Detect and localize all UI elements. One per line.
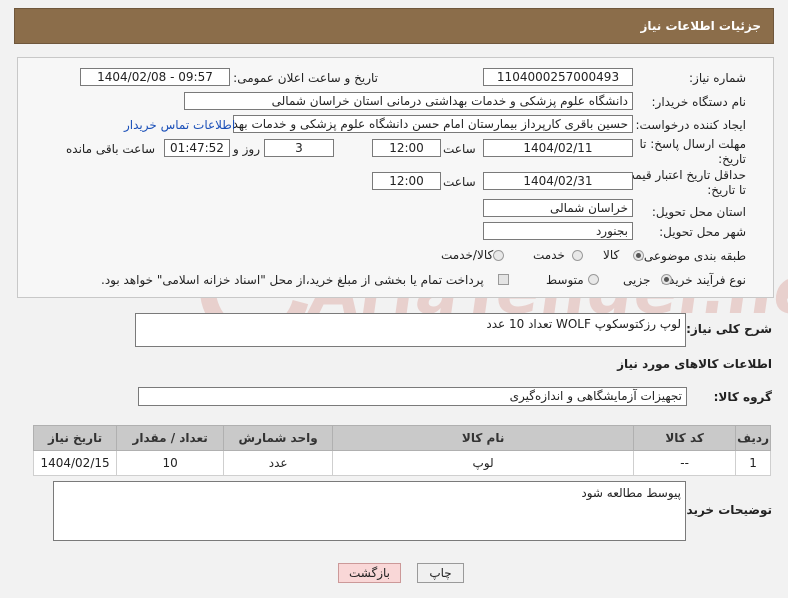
price-validity-label-2: تا تاریخ:: [707, 183, 746, 197]
description-label: شرح کلی نیاز:: [686, 322, 772, 336]
col-row: ردیف: [735, 425, 771, 451]
category-both-radio[interactable]: [493, 250, 504, 261]
table-row: 1 -- لوپ عدد 10 1404/02/15: [32, 450, 771, 476]
category-service-label: خدمت: [533, 248, 565, 262]
cell-unit: عدد: [223, 450, 334, 476]
col-qty: تعداد / مقدار: [116, 425, 225, 451]
goods-group-field: تجهیزات آزمایشگاهی و اندازه‌گیری: [138, 387, 687, 406]
description-field: لوپ رزکتوسکوپ WOLF تعداد 10 عدد: [135, 313, 686, 347]
cell-need-date: 1404/02/15: [32, 450, 118, 476]
page-title: جزئیات اطلاعات نیاز: [640, 19, 761, 33]
cell-name: لوپ: [332, 450, 635, 476]
goods-section-title: اطلاعات کالاهای مورد نیاز: [617, 357, 772, 371]
print-button[interactable]: چاپ: [417, 563, 464, 583]
process-medium-label: متوسط: [546, 273, 584, 287]
process-minor-label: جزیی: [623, 273, 651, 287]
cell-qty: 10: [116, 450, 225, 476]
remaining-label: ساعت باقی مانده: [66, 142, 156, 156]
reply-time-label: ساعت: [443, 142, 476, 156]
city-label: شهر محل تحویل:: [659, 225, 746, 239]
need-number-label: شماره نیاز:: [689, 71, 746, 85]
category-goods-label: کالا: [603, 248, 620, 262]
buyer-org-field: دانشگاه علوم پزشکی و خدمات بهداشتی درمان…: [184, 92, 633, 110]
goods-table-header: ردیف کد کالا نام کالا واحد شمارش تعداد /…: [32, 425, 771, 451]
reply-deadline-label-2: تاریخ:: [718, 152, 746, 166]
reply-time-field: 12:00: [372, 139, 441, 157]
price-validity-time-label: ساعت: [443, 175, 476, 189]
goods-table: ردیف کد کالا نام کالا واحد شمارش تعداد /…: [32, 425, 771, 476]
treasury-payment-note: پرداخت تمام یا بخشی از مبلغ خرید،از محل …: [101, 273, 484, 287]
reply-date-field: 1404/02/11: [483, 139, 633, 157]
need-number-field: 1104000257000493: [483, 68, 633, 86]
province-field: خراسان شمالی: [483, 199, 633, 217]
buyer-notes-field: پیوسط مطالعه شود: [53, 481, 686, 541]
goods-group-label: گروه کالا:: [713, 390, 772, 404]
buyer-org-label: نام دستگاه خریدار:: [651, 95, 747, 109]
creator-label: ایجاد کننده درخواست:: [635, 118, 746, 132]
process-medium-radio[interactable]: [588, 274, 599, 285]
price-validity-date-field: 1404/02/31: [483, 172, 633, 190]
process-label: نوع فرآیند خرید :: [661, 273, 746, 287]
category-goods-radio[interactable]: [633, 250, 644, 261]
cell-code: --: [633, 450, 737, 476]
days-label: روز و: [233, 142, 260, 156]
category-label: طبقه بندی موضوعی:: [639, 249, 746, 263]
category-service-radio[interactable]: [572, 250, 583, 261]
reply-deadline-label: مهلت ارسال پاسخ: تا: [639, 137, 746, 151]
cell-row: 1: [735, 450, 771, 476]
price-validity-label: حداقل تاریخ اعتبار قیمت:: [619, 168, 746, 182]
buyer-contact-link[interactable]: اطلاعات تماس خریدار: [124, 118, 235, 132]
treasury-payment-checkbox[interactable]: [498, 274, 509, 285]
process-minor-radio[interactable]: [661, 274, 672, 285]
page-header: جزئیات اطلاعات نیاز: [14, 8, 774, 44]
col-need-date: تاریخ نیاز: [32, 425, 118, 451]
col-unit: واحد شمارش: [223, 425, 334, 451]
announce-label: تاریخ و ساعت اعلان عمومی:: [233, 71, 378, 85]
announce-field: 1404/02/08 - 09:57: [80, 68, 230, 86]
province-label: استان محل تحویل:: [651, 205, 746, 219]
remaining-time-field: 01:47:52: [164, 139, 230, 157]
category-both-label: کالا/خدمت: [441, 248, 494, 262]
days-field: 3: [264, 139, 334, 157]
price-validity-time-field: 12:00: [372, 172, 441, 190]
back-button[interactable]: بازگشت: [338, 563, 401, 583]
city-field: بجنورد: [483, 222, 633, 240]
col-code: کد کالا: [633, 425, 737, 451]
col-name: نام کالا: [332, 425, 635, 451]
creator-field: حسین باقری کارپرداز بیمارستان امام حسن د…: [233, 115, 633, 133]
